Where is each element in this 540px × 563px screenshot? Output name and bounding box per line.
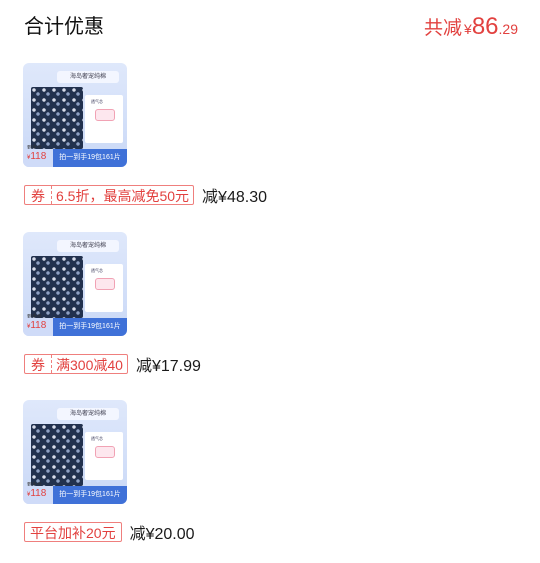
discount-amount: 减¥20.00: [129, 526, 195, 543]
coupon-tag-value: 6.5折，最高减免50元: [56, 188, 190, 204]
summary-header: 合计优惠 共减 ¥86.29: [24, 12, 518, 42]
product-pack-image: [31, 256, 83, 318]
subsidy-tag-value: 平台加补20元: [30, 525, 116, 541]
subsidy-tag: 平台加补20元: [24, 522, 122, 542]
panel-tag: 透气芯: [91, 436, 103, 441]
pad-icon: [95, 278, 115, 290]
discount-amount: 减¥48.30: [202, 189, 267, 206]
product-name: 海岛奢宠纯棉: [57, 408, 119, 420]
total-currency: ¥: [464, 21, 472, 37]
product-price: ¥118: [27, 488, 47, 499]
product-price: ¥118: [27, 320, 47, 331]
product-name: 海岛奢宠纯棉: [57, 240, 119, 252]
promo-text: 拍一到手19包161片: [53, 486, 127, 504]
product-name: 海岛奢宠纯棉: [57, 71, 119, 83]
coupon-tag-value: 满300减40: [56, 357, 123, 373]
product-price: ¥118: [27, 151, 47, 162]
coupon-tag: 券 满300减40: [24, 354, 128, 374]
page-title: 合计优惠: [24, 16, 104, 38]
product-image[interactable]: 海岛奢宠纯棉 透气芯 到手价 拍一到手19包161片 ¥118: [23, 232, 127, 336]
total-prefix: 共减: [424, 18, 463, 39]
pad-icon: [95, 109, 115, 121]
panel-tag: 透气芯: [91, 99, 103, 104]
product-detail-panel: 透气芯: [85, 95, 123, 143]
coupon-tag-key: 券: [25, 186, 52, 204]
product-image[interactable]: 海岛奢宠纯棉 透气芯 到手价 拍一到手19包161片 ¥118: [23, 400, 127, 504]
discount-row: 券 满300减40 减¥17.99: [24, 353, 201, 375]
product-detail-panel: 透气芯: [85, 432, 123, 480]
panel-tag: 透气芯: [91, 268, 103, 273]
product-pack-image: [31, 87, 83, 149]
coupon-tag-key: 券: [25, 355, 52, 373]
total-discount: 共减 ¥86.29: [424, 12, 518, 45]
total-integer: 86: [471, 13, 499, 40]
pad-icon: [95, 446, 115, 458]
product-image[interactable]: 海岛奢宠纯棉 透气芯 到手价 拍一到手19包161片 ¥118: [23, 63, 127, 167]
product-pack-image: [31, 424, 83, 486]
product-detail-panel: 透气芯: [85, 264, 123, 312]
discount-row: 平台加补20元 减¥20.00: [24, 521, 195, 543]
promo-text: 拍一到手19包161片: [53, 318, 127, 336]
total-decimal: .29: [498, 21, 518, 37]
coupon-tag: 券 6.5折，最高减免50元: [24, 185, 195, 205]
discount-amount: 减¥17.99: [135, 358, 201, 375]
discount-row: 券 6.5折，最高减免50元 减¥48.30: [24, 184, 267, 206]
promo-text: 拍一到手19包161片: [53, 149, 127, 167]
